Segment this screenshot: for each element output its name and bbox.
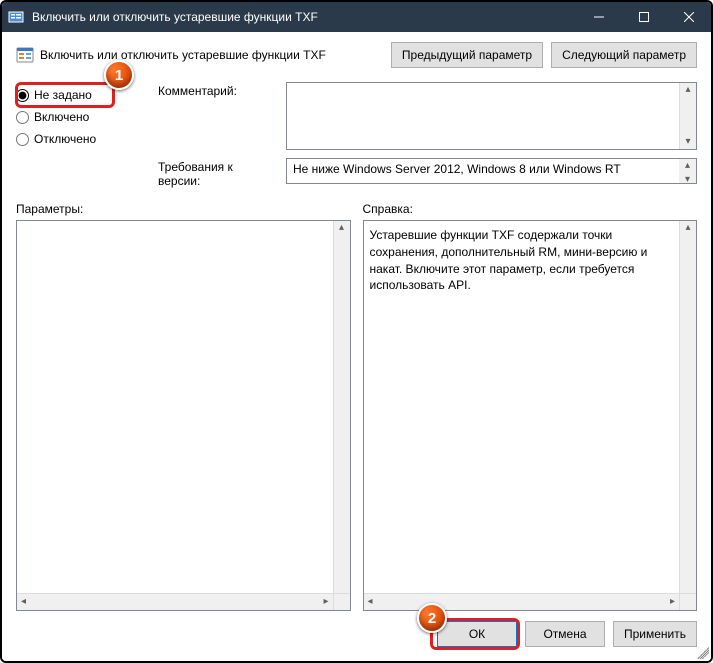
options-label: Параметры: bbox=[16, 202, 351, 216]
options-pane: ▴▾ ◂▸ bbox=[16, 220, 351, 611]
scroll-up-icon: ▴ bbox=[685, 159, 690, 173]
policy-icon bbox=[16, 46, 34, 64]
radio-enabled-input[interactable] bbox=[16, 111, 29, 124]
options-vscrollbar[interactable]: ▴▾ bbox=[333, 221, 350, 610]
titlebar[interactable]: Включить или отключить устаревшие функци… bbox=[2, 2, 711, 32]
policy-title: Включить или отключить устаревшие функци… bbox=[40, 48, 326, 62]
window-title: Включить или отключить устаревшие функци… bbox=[32, 10, 576, 24]
scroll-corner bbox=[679, 593, 696, 610]
options-hscrollbar[interactable]: ◂▸ bbox=[17, 593, 333, 610]
radio-enabled[interactable]: Включено bbox=[16, 110, 146, 124]
dialog-window: Включить или отключить устаревшие функци… bbox=[0, 0, 713, 663]
supported-on-field: Не ниже Windows Server 2012, Windows 8 и… bbox=[286, 158, 697, 184]
comment-scrollbar[interactable]: ▴▾ bbox=[679, 83, 696, 149]
minimize-button[interactable] bbox=[576, 2, 621, 32]
scroll-up-icon: ▴ bbox=[685, 83, 690, 97]
app-icon bbox=[8, 9, 24, 25]
radio-not-configured-input[interactable] bbox=[16, 89, 29, 102]
help-pane: Устаревшие функции TXF содержали точки с… bbox=[363, 220, 698, 611]
scroll-left-icon: ◂ bbox=[364, 597, 377, 607]
comment-textarea[interactable]: ▴▾ bbox=[286, 82, 697, 150]
help-text: Устаревшие функции TXF содержали точки с… bbox=[370, 228, 648, 292]
comment-value bbox=[287, 83, 696, 149]
scroll-up-icon: ▴ bbox=[339, 221, 344, 235]
scroll-right-icon: ▸ bbox=[666, 597, 679, 607]
comment-label: Комментарий: bbox=[158, 82, 278, 98]
scroll-down-icon: ▾ bbox=[685, 135, 690, 149]
scroll-right-icon: ▸ bbox=[319, 597, 332, 607]
callout-marker-2: 2 bbox=[417, 603, 447, 633]
resize-grip[interactable] bbox=[697, 647, 709, 659]
previous-setting-button[interactable]: Предыдущий параметр bbox=[391, 42, 543, 68]
supported-label: Требования к версии: bbox=[158, 158, 278, 188]
help-label: Справка: bbox=[363, 202, 698, 216]
scroll-left-icon: ◂ bbox=[17, 597, 30, 607]
radio-disabled-input[interactable] bbox=[16, 133, 29, 146]
apply-button[interactable]: Применить bbox=[613, 621, 697, 647]
next-setting-button[interactable]: Следующий параметр bbox=[551, 42, 697, 68]
supported-scrollbar[interactable]: ▴▾ bbox=[679, 159, 696, 183]
scroll-up-icon: ▴ bbox=[685, 221, 690, 235]
radio-not-configured[interactable]: Не задано bbox=[16, 88, 146, 102]
supported-on-value: Не ниже Windows Server 2012, Windows 8 и… bbox=[293, 162, 621, 176]
callout-marker-1: 1 bbox=[104, 60, 134, 90]
help-hscrollbar[interactable]: ◂▸ bbox=[364, 593, 680, 610]
help-vscrollbar[interactable]: ▴▾ bbox=[679, 221, 696, 610]
ok-button[interactable]: ОК bbox=[437, 621, 517, 647]
maximize-button[interactable] bbox=[621, 2, 666, 32]
radio-enabled-label: Включено bbox=[34, 110, 89, 124]
scroll-corner bbox=[333, 593, 350, 610]
radio-disabled[interactable]: Отключено bbox=[16, 132, 146, 146]
scroll-down-icon: ▾ bbox=[685, 173, 690, 187]
radio-not-configured-label: Не задано bbox=[34, 88, 92, 102]
radio-disabled-label: Отключено bbox=[34, 132, 96, 146]
cancel-button[interactable]: Отмена bbox=[525, 621, 605, 647]
close-button[interactable] bbox=[666, 2, 711, 32]
